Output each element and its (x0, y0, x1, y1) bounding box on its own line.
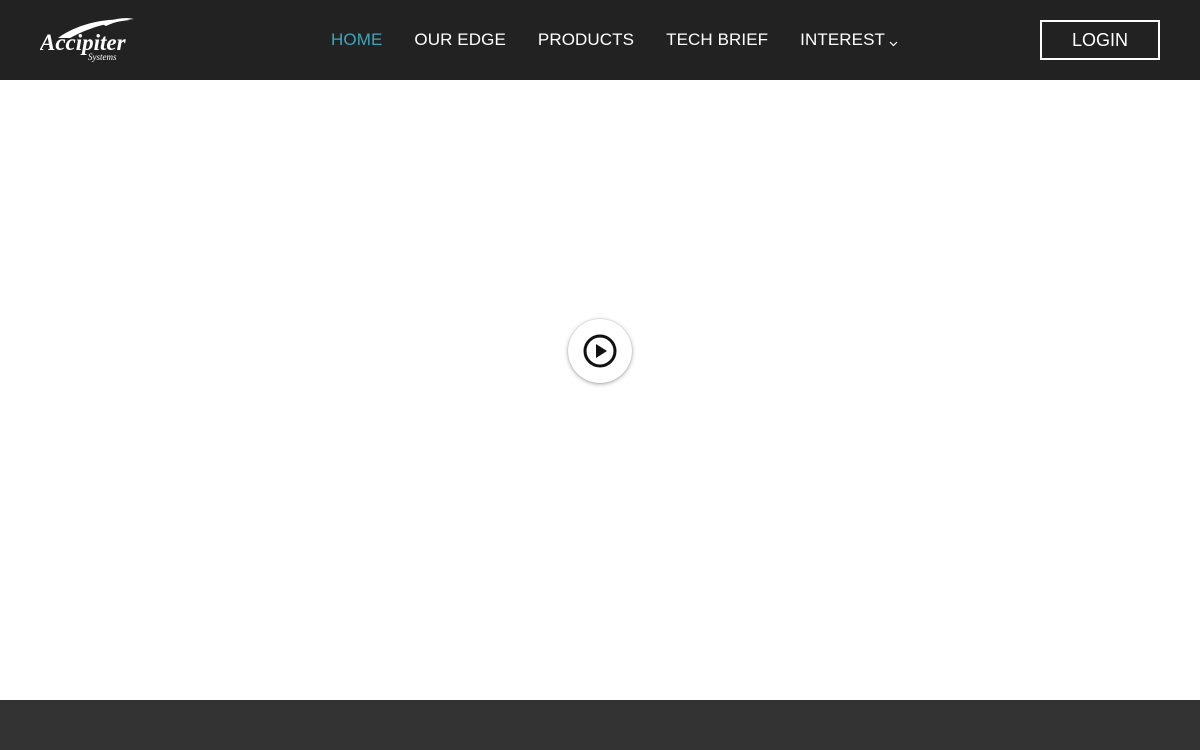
nav-item-label: OUR EDGE (414, 30, 506, 49)
nav-item-products[interactable]: PRODUCTS (538, 30, 634, 50)
nav-item-our-edge[interactable]: OUR EDGE (414, 30, 505, 50)
nav-item-tech-brief[interactable]: TECH BRIEF (666, 30, 768, 50)
nav-item-label: PRODUCTS (537, 30, 635, 49)
main-nav: HOME OUR EDGE PRODUCTS TECH BRIEF INTERE… (331, 0, 898, 80)
svg-text:Systems: Systems (88, 52, 117, 62)
chevron-down-icon (889, 32, 898, 52)
nav-item-label: INTEREST (800, 30, 886, 49)
accipiter-systems-logo-icon: Accipiter Systems (40, 18, 134, 62)
nav-item-label: HOME (331, 30, 383, 49)
footer (0, 700, 1200, 750)
nav-item-home[interactable]: HOME (331, 30, 382, 50)
nav-item-interest[interactable]: INTEREST (800, 29, 898, 52)
brand-logo[interactable]: Accipiter Systems (40, 16, 140, 62)
play-video-button[interactable] (568, 319, 632, 383)
login-button[interactable]: LOGIN (1040, 20, 1160, 60)
hero-video-area (0, 80, 1200, 700)
play-circle-icon (583, 334, 617, 368)
top-navbar: Accipiter Systems HOME OUR EDGE PRODUCTS… (0, 0, 1200, 80)
nav-item-label: TECH BRIEF (666, 30, 769, 49)
